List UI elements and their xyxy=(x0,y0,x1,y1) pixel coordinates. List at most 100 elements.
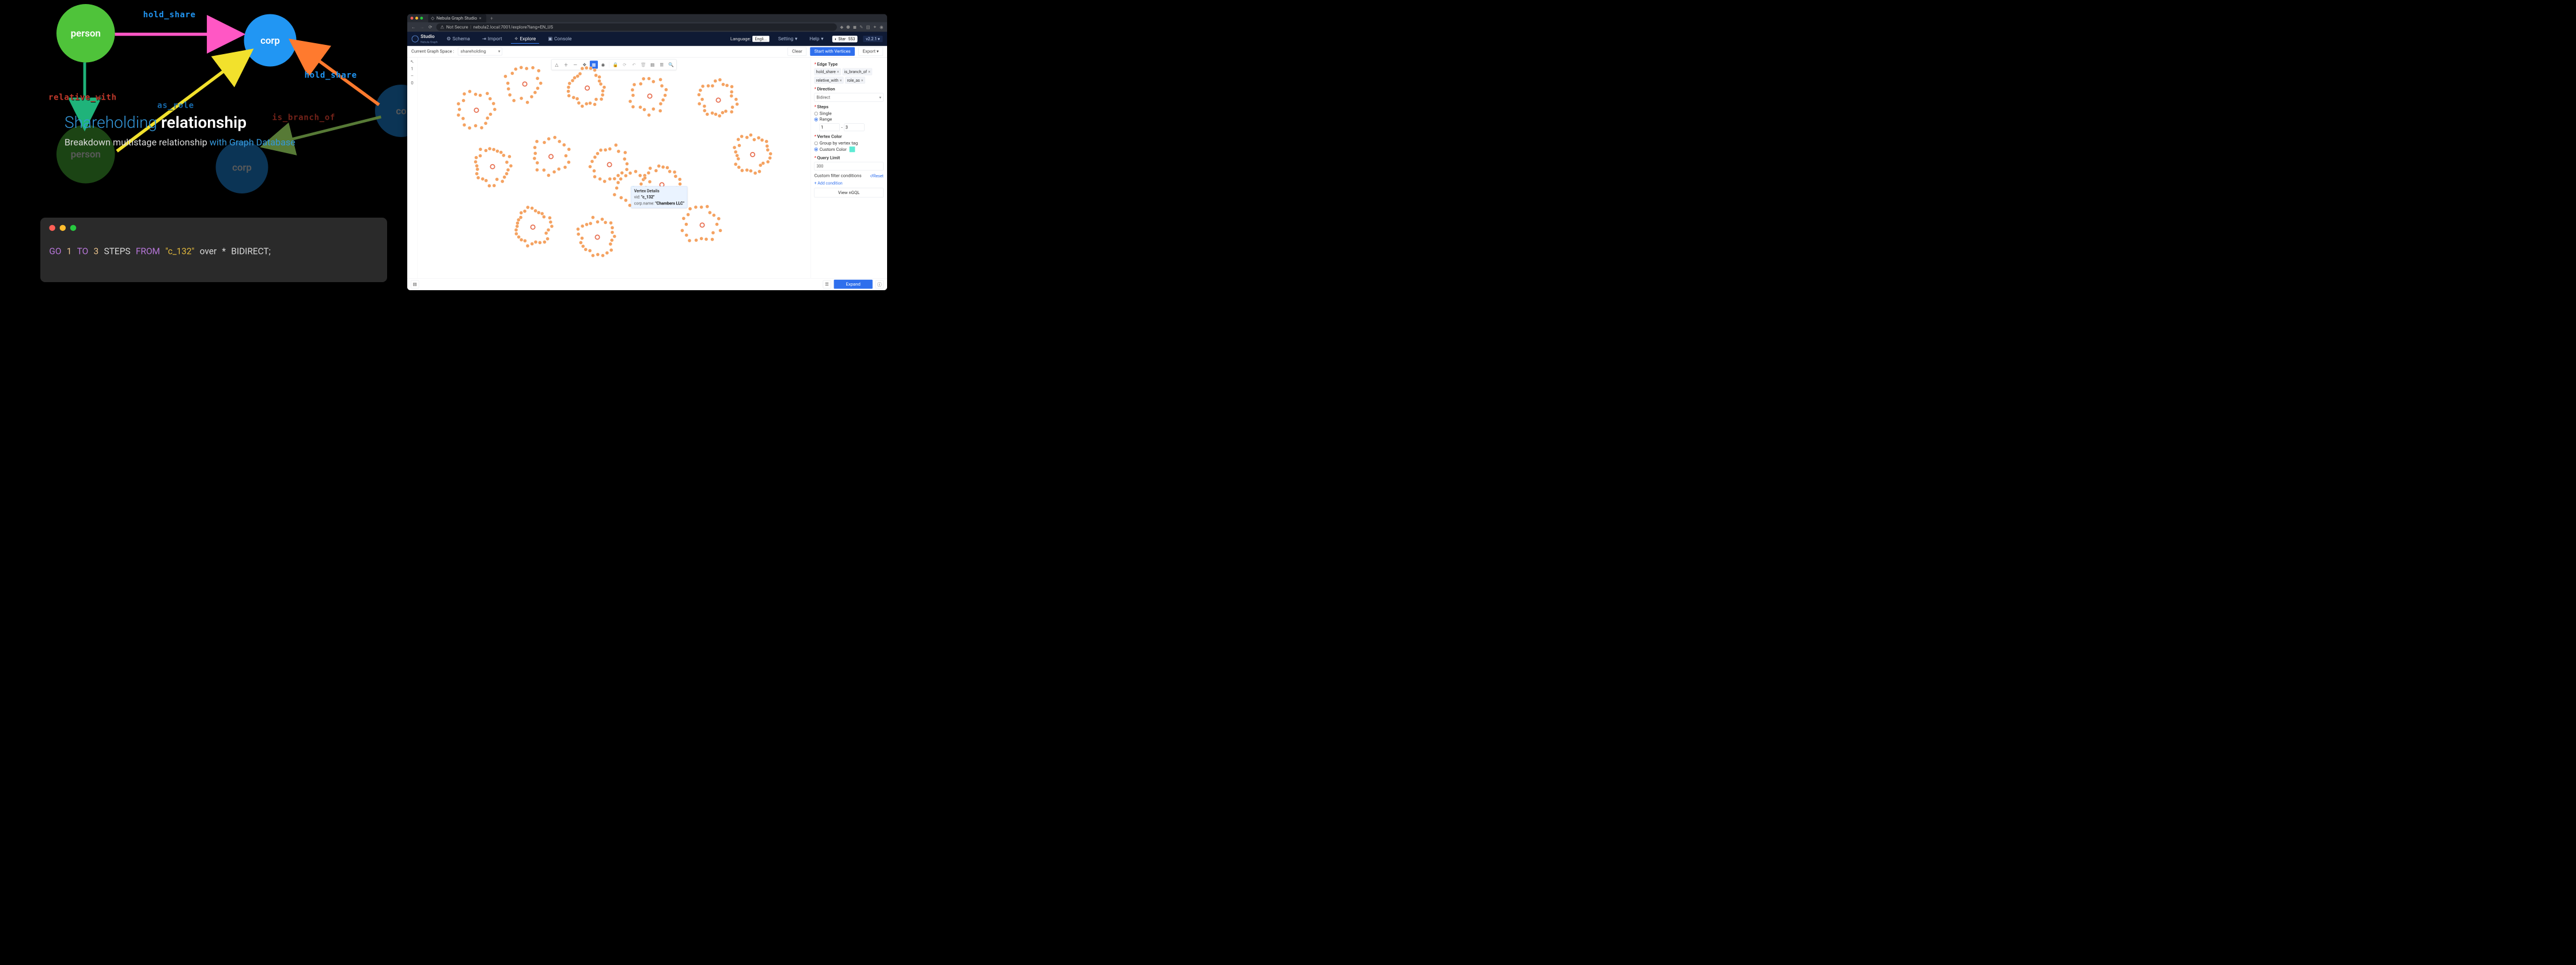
leaf-vertex[interactable] xyxy=(673,170,676,174)
new-tab-button[interactable]: + xyxy=(490,16,493,21)
leaf-vertex[interactable] xyxy=(605,251,609,254)
leaf-vertex[interactable] xyxy=(571,96,575,99)
leaf-vertex[interactable] xyxy=(519,215,522,219)
leaf-vertex[interactable] xyxy=(601,93,604,97)
leaf-vertex[interactable] xyxy=(536,86,539,90)
ext-icon[interactable]: ◼ xyxy=(853,25,857,30)
chip-remove-icon[interactable]: × xyxy=(840,78,842,82)
leaf-vertex[interactable] xyxy=(478,93,482,97)
leaf-vertex[interactable] xyxy=(623,151,627,154)
steps-to-input[interactable] xyxy=(844,124,864,131)
github-star-button[interactable]: ◐ Star 553 xyxy=(832,36,858,43)
hub-vertex[interactable] xyxy=(585,85,590,90)
leaf-vertex[interactable] xyxy=(567,94,570,97)
leaf-vertex[interactable] xyxy=(493,184,496,187)
leaf-vertex[interactable] xyxy=(548,216,551,219)
leaf-vertex[interactable] xyxy=(495,149,499,153)
chip-remove-icon[interactable]: × xyxy=(861,78,863,82)
leaf-vertex[interactable] xyxy=(474,124,478,127)
leaf-vertex[interactable] xyxy=(735,102,738,106)
leaf-vertex[interactable] xyxy=(647,77,651,80)
leaf-vertex[interactable] xyxy=(535,139,539,143)
leaf-vertex[interactable] xyxy=(714,79,717,83)
panel-settings-icon[interactable]: ☰ xyxy=(823,280,831,288)
leaf-vertex[interactable] xyxy=(530,95,533,98)
leaf-vertex[interactable] xyxy=(724,109,728,113)
leaf-vertex[interactable] xyxy=(624,199,627,202)
leaf-vertex[interactable] xyxy=(581,224,584,227)
leaf-vertex[interactable] xyxy=(475,164,479,168)
leaf-vertex[interactable] xyxy=(523,210,526,213)
graph-canvas[interactable]: △ ＋ － ✥ ▦ ◉ 🔒 ⟳ ↶ 🗑 ▤ ☰ 🔍 xyxy=(418,57,811,278)
nav-console[interactable]: ▣Console xyxy=(545,34,575,43)
leaf-vertex[interactable] xyxy=(733,146,736,149)
leaf-vertex[interactable] xyxy=(661,165,665,169)
leaf-vertex[interactable] xyxy=(579,241,582,244)
leaf-vertex[interactable] xyxy=(591,216,594,219)
leaf-vertex[interactable] xyxy=(624,174,627,177)
leaf-vertex[interactable] xyxy=(550,225,554,228)
leaf-vertex[interactable] xyxy=(596,220,599,223)
leaf-vertex[interactable] xyxy=(588,101,592,105)
url-field[interactable]: ⚠ Not Secure | nebula2.local:7001/explor… xyxy=(436,23,836,31)
leaf-vertex[interactable] xyxy=(721,83,725,86)
ext-icon[interactable]: ⬣ xyxy=(846,25,850,30)
hub-vertex[interactable] xyxy=(647,93,653,98)
leaf-vertex[interactable] xyxy=(734,150,737,154)
leaf-vertex[interactable] xyxy=(768,152,772,155)
leaf-vertex[interactable] xyxy=(658,78,662,81)
ext-icon[interactable]: ▤ xyxy=(866,25,870,30)
hub-vertex[interactable] xyxy=(522,81,528,86)
leaf-vertex[interactable] xyxy=(501,180,504,183)
leaf-vertex[interactable] xyxy=(647,113,651,117)
leaf-vertex[interactable] xyxy=(479,147,482,151)
leaf-vertex[interactable] xyxy=(580,104,584,108)
leaf-vertex[interactable] xyxy=(549,221,552,224)
nav-import[interactable]: ⇥Import xyxy=(479,34,505,43)
leaf-vertex[interactable] xyxy=(536,77,539,80)
leaf-vertex[interactable] xyxy=(700,206,703,209)
leaf-vertex[interactable] xyxy=(765,145,768,148)
leaf-vertex[interactable] xyxy=(715,222,718,226)
leaf-vertex[interactable] xyxy=(463,123,466,127)
leaf-vertex[interactable] xyxy=(651,107,655,111)
leaf-vertex[interactable] xyxy=(710,111,714,115)
leaf-vertex[interactable] xyxy=(534,240,537,244)
pointer-tool-icon[interactable]: ↖ xyxy=(410,59,414,64)
leaf-vertex[interactable] xyxy=(516,221,519,225)
leaf-vertex[interactable] xyxy=(581,244,585,248)
browser-tab[interactable]: ◇ Nebula Graph Studio × xyxy=(428,14,486,22)
leaf-vertex[interactable] xyxy=(588,249,592,252)
leaf-vertex[interactable] xyxy=(503,175,506,178)
chip-remove-icon[interactable]: × xyxy=(837,69,839,74)
leaf-vertex[interactable] xyxy=(613,177,616,180)
leaf-vertex[interactable] xyxy=(505,160,509,164)
help-menu[interactable]: Help▾ xyxy=(806,34,827,43)
window-close-icon[interactable] xyxy=(411,17,414,20)
leaf-vertex[interactable] xyxy=(730,85,733,88)
leaf-vertex[interactable] xyxy=(581,67,584,70)
leaf-vertex[interactable] xyxy=(668,170,672,173)
leaf-vertex[interactable] xyxy=(492,102,495,105)
chip-remove-icon[interactable]: × xyxy=(868,69,870,74)
leaf-vertex[interactable] xyxy=(642,77,645,81)
ext-puzzle-icon[interactable]: ✦ xyxy=(873,25,877,30)
leaf-vertex[interactable] xyxy=(706,84,710,88)
leaf-vertex[interactable] xyxy=(533,157,536,160)
leaf-vertex[interactable] xyxy=(488,112,492,116)
leaf-vertex[interactable] xyxy=(593,69,596,72)
leaf-vertex[interactable] xyxy=(543,140,546,144)
leaf-vertex[interactable] xyxy=(576,227,579,231)
hub-vertex[interactable] xyxy=(716,97,721,102)
leaf-vertex[interactable] xyxy=(705,205,709,208)
nav-forward-icon[interactable]: → xyxy=(419,24,425,29)
leaf-vertex[interactable] xyxy=(609,248,613,252)
leaf-vertex[interactable] xyxy=(474,156,478,159)
leaf-vertex[interactable] xyxy=(608,147,611,151)
profile-avatar-icon[interactable]: ◉ xyxy=(880,25,884,30)
leaf-vertex[interactable] xyxy=(543,240,546,244)
start-with-vertices-button[interactable]: Start with Vertices xyxy=(810,47,855,56)
leaf-vertex[interactable] xyxy=(495,178,498,181)
chip-is-branch-of[interactable]: is_branch_of× xyxy=(843,69,873,75)
hub-vertex[interactable] xyxy=(700,222,705,227)
